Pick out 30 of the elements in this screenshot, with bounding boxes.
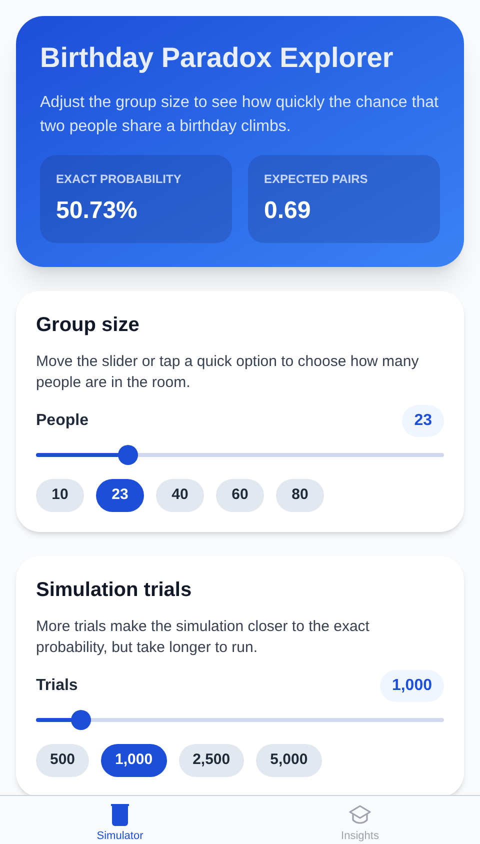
quick-option-chip[interactable]: 60 [216,479,264,512]
quick-option-chip[interactable]: 2,500 [178,744,244,777]
nav-tab[interactable]: Simulator [0,796,240,844]
card-description: More trials make the simulation closer to the exact probability, but take longer to run. [36,617,370,658]
slider-label: Trials [36,676,78,696]
slider-thumb[interactable] [70,710,91,730]
stat-value: 50.73% [56,196,138,226]
app-title: Birthday Paradox Explorer [40,41,394,75]
slider-label: People [36,411,88,431]
quick-option-chip[interactable]: 40 [156,479,204,512]
stat-label: EXPECTED PAIRS [264,171,369,187]
quick-option-chip[interactable]: 1,000 [101,744,167,777]
graduation-cap-icon [348,804,372,826]
slider-track[interactable] [36,445,444,465]
quick-option-chip[interactable]: 5,000 [256,744,322,777]
quick-option-chip[interactable]: 10 [36,479,84,512]
stat-value: 0.69 [264,196,312,226]
slider-track[interactable] [36,710,444,730]
value-badge: 1,000 [380,670,444,702]
value-badge: 23 [402,405,444,437]
card-description: Move the slider or tap a quick option to choose how many people are in the room. [36,352,420,393]
stat-label: EXACT PROBABILITY [56,171,182,187]
slider-thumb[interactable] [118,445,138,465]
beaker-icon [110,804,130,826]
quick-option-chip[interactable]: 80 [276,479,324,512]
quick-option-chip[interactable]: 500 [36,744,90,777]
app-description: Adjust the group size to see how quickly the chance that two people share a birthday climbs. [40,93,440,137]
quick-option-chip[interactable]: 23 [96,479,144,512]
card-title: Simulation trials [36,578,193,603]
card-title: Group size [36,313,140,338]
